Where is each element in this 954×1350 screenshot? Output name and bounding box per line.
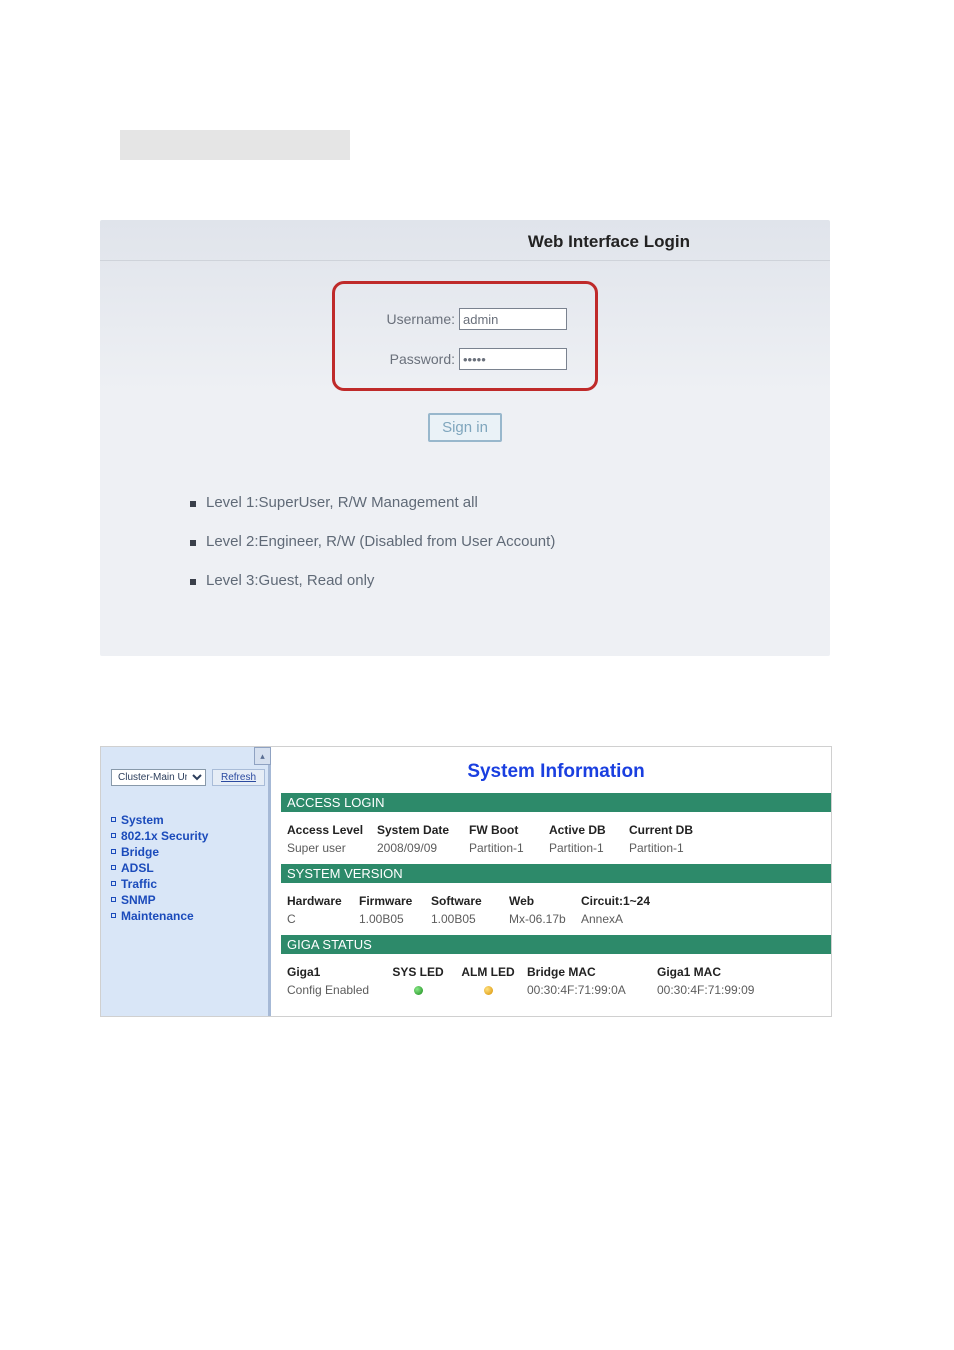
col-circuit: Circuit:1~24: [581, 894, 681, 908]
col-giga1-mac: Giga1 MAC: [657, 965, 787, 979]
val-fw-boot: Partition-1: [469, 841, 549, 855]
nav-maintenance[interactable]: Maintenance: [111, 908, 260, 924]
password-input[interactable]: [459, 348, 567, 370]
section-giga-status: GIGA STATUS: [281, 935, 831, 954]
col-software: Software: [431, 894, 509, 908]
val-giga1: Config Enabled: [287, 983, 387, 997]
level-list: Level 1:SuperUser, R/W Management all Le…: [100, 494, 830, 636]
level-item-text: Level 1:SuperUser, R/W Management all: [206, 494, 478, 511]
val-hardware: C: [287, 912, 359, 926]
nav-system[interactable]: System: [111, 812, 260, 828]
scroll-up-icon[interactable]: ▴: [254, 747, 271, 765]
val-circuit: AnnexA: [581, 912, 681, 926]
val-firmware: 1.00B05: [359, 912, 431, 926]
username-input[interactable]: [459, 308, 567, 330]
col-giga1: Giga1: [287, 965, 387, 979]
section-system-version: SYSTEM VERSION: [281, 864, 831, 883]
cluster-select[interactable]: Cluster-Main Unit: [111, 769, 206, 786]
val-bridge-mac: 00:30:4F:71:99:0A: [527, 983, 657, 997]
username-label: Username:: [387, 311, 455, 327]
col-hardware: Hardware: [287, 894, 359, 908]
val-active-db: Partition-1: [549, 841, 629, 855]
level-item-text: Level 2:Engineer, R/W (Disabled from Use…: [206, 533, 555, 550]
led-amber-icon: [484, 986, 493, 995]
login-title: Web Interface Login: [100, 220, 830, 261]
sidebar: ▴ Cluster-Main Unit Refresh System 802.1…: [101, 747, 271, 1016]
system-info-panel: ▴ Cluster-Main Unit Refresh System 802.1…: [100, 746, 832, 1017]
nav-bridge[interactable]: Bridge: [111, 844, 260, 860]
col-web: Web: [509, 894, 581, 908]
val-system-date: 2008/09/09: [377, 841, 469, 855]
level-item-text: Level 3:Guest, Read only: [206, 572, 374, 589]
bullet-icon: [190, 579, 196, 585]
val-giga1-mac: 00:30:4F:71:99:09: [657, 983, 787, 997]
col-firmware: Firmware: [359, 894, 431, 908]
col-sys-led: SYS LED: [387, 965, 455, 979]
login-panel: Web Interface Login Username: Password: …: [100, 220, 830, 656]
bullet-icon: [190, 540, 196, 546]
col-fw-boot: FW Boot: [469, 823, 549, 837]
val-sys-led: [387, 983, 455, 997]
col-current-db: Current DB: [629, 823, 719, 837]
page-title: System Information: [281, 761, 831, 783]
nav-adsl[interactable]: ADSL: [111, 860, 260, 876]
val-web: Mx-06.17b: [509, 912, 581, 926]
password-label: Password:: [390, 351, 455, 367]
nav-traffic[interactable]: Traffic: [111, 876, 260, 892]
login-form-highlight: Username: Password:: [332, 281, 598, 391]
nav-8021x[interactable]: 802.1x Security: [111, 828, 260, 844]
refresh-button[interactable]: Refresh: [212, 769, 265, 786]
signin-button[interactable]: Sign in: [428, 413, 502, 442]
main-content: System Information ACCESS LOGIN Access L…: [271, 747, 831, 1016]
val-alm-led: [455, 983, 527, 997]
section-access-login: ACCESS LOGIN: [281, 793, 831, 812]
col-alm-led: ALM LED: [455, 965, 527, 979]
col-active-db: Active DB: [549, 823, 629, 837]
led-green-icon: [414, 986, 423, 995]
bullet-icon: [190, 501, 196, 507]
col-access-level: Access Level: [287, 823, 377, 837]
col-bridge-mac: Bridge MAC: [527, 965, 657, 979]
val-software: 1.00B05: [431, 912, 509, 926]
nav-snmp[interactable]: SNMP: [111, 892, 260, 908]
col-system-date: System Date: [377, 823, 469, 837]
val-access-level: Super user: [287, 841, 377, 855]
val-current-db: Partition-1: [629, 841, 719, 855]
placeholder-box: [120, 130, 350, 160]
